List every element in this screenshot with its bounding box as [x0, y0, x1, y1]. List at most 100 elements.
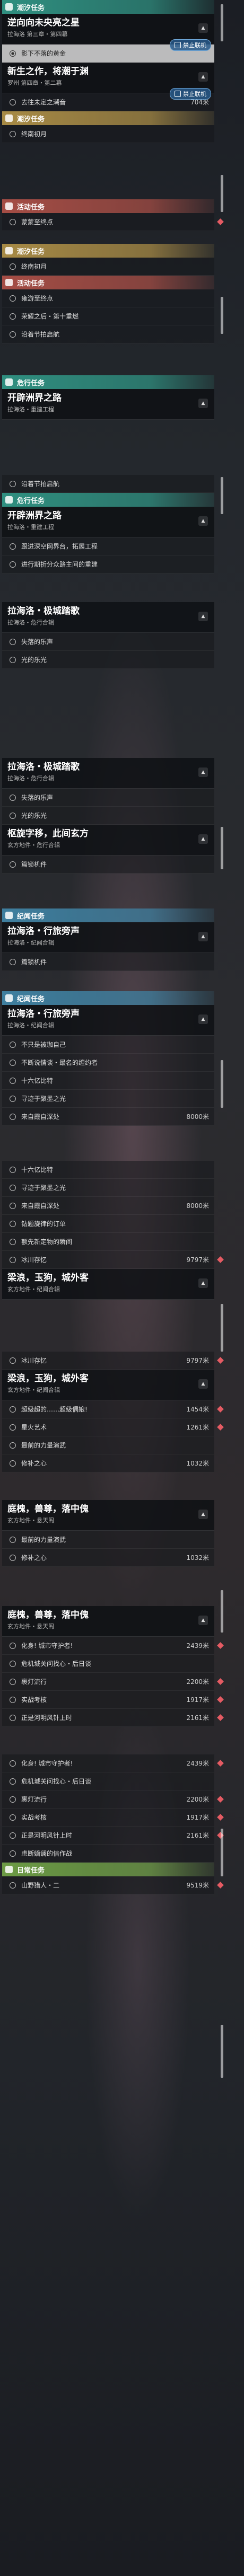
scrollbar-thumb[interactable]	[221, 1304, 223, 1352]
quest-step-row[interactable]: 雍游至终点	[2, 289, 214, 307]
quest-step-row[interactable]: 超级超的……超级偶娘! 1454米	[2, 1400, 224, 1418]
scrollbar-thumb[interactable]	[221, 297, 223, 334]
chevron-up-icon[interactable]: ▲	[198, 932, 208, 941]
quest-step-row[interactable]: 正是河明风针上时 2161米	[2, 1709, 224, 1727]
chevron-up-icon[interactable]: ▲	[198, 23, 208, 33]
quest-chapter-header[interactable]: 拉海洛・极城踏歌 拉海洛・危行合辑 ▲	[2, 758, 214, 789]
distance-label: 1032米	[186, 1460, 209, 1467]
quest-step-label: 失落的乐声	[21, 794, 54, 801]
quest-chapter-header[interactable]: 开辟洲界之路 拉海洛・重建工程 ▲	[2, 507, 214, 537]
chevron-up-icon[interactable]: ▲	[198, 834, 208, 844]
quest-step-row[interactable]: 蒙蒙至终点	[2, 213, 224, 231]
quest-step-row[interactable]: 实战考核 1917米	[2, 1691, 224, 1709]
chevron-up-icon[interactable]: ▲	[198, 1014, 208, 1024]
chevron-up-icon[interactable]: ▲	[198, 1278, 208, 1288]
quest-step-row[interactable]: 最前的力量演武	[2, 1436, 214, 1454]
quest-category-icon	[5, 994, 13, 1002]
scrollbar-thumb[interactable]	[221, 1060, 223, 1108]
radio-circle-icon	[10, 1424, 16, 1431]
scrollbar-thumb[interactable]	[221, 175, 223, 212]
quest-step-row[interactable]: 跟进深空网界台，拓展工程	[2, 537, 214, 555]
quest-step-row[interactable]: 篇锁机件	[2, 855, 214, 874]
quest-step-label: 寻迹于聚墨之光	[21, 1184, 66, 1192]
quest-step-row[interactable]: 失落的乐声	[2, 633, 214, 651]
quest-step-row[interactable]: 实战考核 1917米	[2, 1809, 224, 1827]
quest-step-label: 篇锁机件	[21, 958, 47, 966]
scrollbar-thumb[interactable]	[221, 827, 223, 869]
quest-step-row[interactable]: 危机城关问找心・后日谈	[2, 1772, 214, 1790]
quest-chapter-header[interactable]: 拉海洛・行旅旁声 拉海洛・纪闻合辑 ▲	[2, 1005, 214, 1036]
chevron-up-icon[interactable]: ▲	[198, 1616, 208, 1625]
quest-step-row[interactable]: 额先新定物的瞬间	[2, 1233, 214, 1251]
quest-step-row[interactable]: 去往未定之潮音 704米 禁止联机	[2, 88, 214, 111]
quest-step-row[interactable]: 来自霞自深处 8000米	[2, 1197, 214, 1215]
quest-step-row[interactable]: 裹灯流行 2200米	[2, 1790, 224, 1809]
chevron-up-icon[interactable]: ▲	[198, 516, 208, 526]
quest-step-row[interactable]: 裹灯流行 2200米	[2, 1673, 224, 1691]
quest-chapter-header[interactable]: 拉海洛・行旅旁声 拉海洛・纪闻合辑 ▲	[2, 922, 214, 953]
quest-step-row[interactable]: 十六亿比特	[2, 1161, 214, 1179]
chevron-up-icon[interactable]: ▲	[198, 767, 208, 777]
quest-chapter-header[interactable]: 开辟洲界之路 拉海洛・重建工程 ▲	[2, 389, 214, 420]
quest-step-row[interactable]: 沿着节拍启航	[2, 325, 214, 343]
quest-chapter-header[interactable]: 拉海洛・极城踏歌 拉海洛・危行合辑 ▲	[2, 602, 214, 633]
quest-chapter-header[interactable]: 庭槐，兽尊，落中傀 玄方地件・悬天阁 ▲	[2, 1606, 214, 1637]
quest-step-row[interactable]: 化身! 城市守护者! 2439米	[2, 1754, 224, 1772]
quest-step-row[interactable]: 星火艺术 1261米	[2, 1418, 224, 1436]
quest-step-row[interactable]: 冰川存忆 9797米	[2, 1251, 224, 1269]
quest-step-row[interactable]: 进行期折分众路主间的重建	[2, 555, 214, 574]
quest-step-row[interactable]: 终南初月	[2, 258, 214, 276]
chevron-up-icon[interactable]: ▲	[198, 1510, 208, 1519]
quest-step-row[interactable]: 山野猎人・二 9519米	[2, 1876, 224, 1894]
radio-circle-icon	[10, 861, 16, 868]
chevron-up-icon[interactable]: ▲	[198, 1379, 208, 1389]
chevron-up-icon[interactable]: ▲	[198, 399, 208, 408]
quest-chapter-header[interactable]: 梁浪，玉狗，城外客 玄方地件・纪闻合辑 ▲	[2, 1269, 214, 1300]
quest-subtitle: 玄方地件・悬天阁	[7, 1517, 54, 1524]
quest-step-row[interactable]: 寻迹于聚墨之光	[2, 1179, 214, 1197]
quest-step-row[interactable]: 正是河明风针上时 2161米	[2, 1827, 224, 1845]
quest-chapter-header[interactable]: 枢旋字移，此间玄方 玄方地件・危行合辑 ▲	[2, 825, 214, 855]
quest-step-row[interactable]: 冰川存忆 9797米	[2, 1352, 224, 1370]
quest-step-row[interactable]: 化身! 城市守护者! 2439米	[2, 1637, 224, 1655]
quest-list-segment: 活动任务 蒙蒙至终点	[2, 199, 224, 231]
radio-circle-icon	[10, 263, 16, 270]
scrollbar-thumb[interactable]	[221, 2025, 223, 2078]
quest-title: 拉海洛・行旅旁声	[7, 1009, 80, 1019]
quest-step-label: 修补之心	[21, 1554, 47, 1562]
scrollbar-thumb[interactable]	[221, 477, 223, 514]
quest-category-icon	[5, 279, 13, 286]
quest-step-row[interactable]: 篇锁机件	[2, 953, 214, 971]
radio-circle-icon	[10, 561, 16, 568]
quest-chapter-header[interactable]: 梁浪，玉狗，城外客 玄方地件・纪闻合辑 ▲	[2, 1370, 214, 1400]
quest-step-row[interactable]: 寻迹于聚墨之光	[2, 1090, 214, 1108]
quest-step-row[interactable]: 终南初月	[2, 125, 214, 143]
quest-step-row[interactable]: 虑断嫡谰的倍作战	[2, 1845, 214, 1863]
quest-step-row[interactable]: 修补之心 1032米	[2, 1549, 214, 1567]
quest-step-row[interactable]: 不只是被珈自己	[2, 1036, 214, 1054]
quest-step-row[interactable]: 来自霞自深处 8000米	[2, 1108, 214, 1126]
scrollbar-thumb[interactable]	[221, 1829, 223, 1876]
quest-step-row[interactable]: 修补之心 1032米	[2, 1454, 214, 1472]
no-coop-badge: 禁止联机	[170, 39, 211, 51]
quest-step-row[interactable]: 光的乐光	[2, 651, 214, 669]
quest-step-row[interactable]: 不断说情谈・最名的缠约者	[2, 1054, 214, 1072]
quest-step-row[interactable]: 十六亿比特	[2, 1072, 214, 1090]
quest-category-icon	[5, 1866, 13, 1873]
quest-step-row[interactable]: 失落的乐声	[2, 789, 214, 807]
chevron-up-icon[interactable]: ▲	[198, 612, 208, 621]
quest-list-segment: 潮汐任务 逆向向未央亮之星 拉海洛 第三章・第四幕 ▲ 影下不落的黄金 禁止联机 新生之作，…	[2, 0, 214, 143]
scrollbar-thumb[interactable]	[221, 4, 223, 41]
chevron-up-icon[interactable]: ▲	[198, 72, 208, 82]
quest-step-row[interactable]: 危机城关问找心・后日谈	[2, 1655, 214, 1673]
quest-step-row[interactable]: 钻题旋律的订单	[2, 1215, 214, 1233]
quest-step-label: 正是河明风针上时	[21, 1714, 73, 1722]
quest-step-row[interactable]: 光的乐光	[2, 807, 214, 825]
quest-step-row[interactable]: 最前的力量演武	[2, 1531, 214, 1549]
quest-chapter-header[interactable]: 庭槐，兽尊，落中傀 玄方地件・悬天阁 ▲	[2, 1500, 214, 1531]
quest-step-row[interactable]: 荣耀之后・第十重燃	[2, 307, 214, 325]
quest-category-icon	[5, 912, 13, 919]
quest-step-row[interactable]: 沿着节拍启航	[2, 475, 214, 493]
quest-step-row[interactable]: 影下不落的黄金 禁止联机	[2, 39, 214, 63]
scrollbar-thumb[interactable]	[221, 1590, 223, 1633]
